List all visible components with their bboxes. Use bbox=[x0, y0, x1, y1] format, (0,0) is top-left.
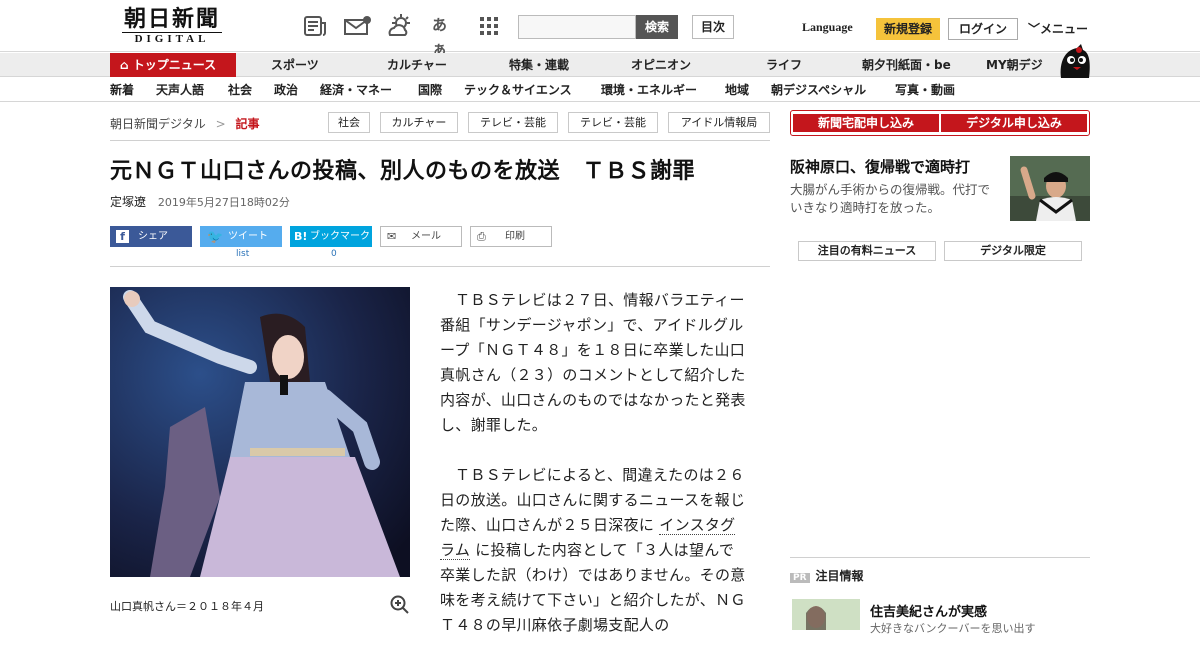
twitter-list-link[interactable]: list bbox=[236, 249, 249, 259]
nav-features[interactable]: 特集・連載 bbox=[509, 53, 569, 77]
newspaper-icon[interactable] bbox=[302, 13, 328, 39]
share-label: ブックマーク bbox=[310, 231, 370, 242]
paragraph: ＴＢＳテレビによると、間違えたのは２６日の放送。山口さんに関するニュースを報じた… bbox=[440, 463, 748, 638]
author[interactable]: 定塚遼 bbox=[110, 195, 146, 209]
pr-description: 大好きなバンクーバーを思い出す bbox=[870, 622, 1036, 635]
share-label: ツイート bbox=[228, 231, 268, 242]
nav-opinion[interactable]: オピニオン bbox=[631, 53, 691, 77]
nav2-economy[interactable]: 経済・マネー bbox=[320, 78, 392, 102]
paragraph-text: に投稿した内容として「３人は望んで卒業した訳（わけ）ではありません。その意味を考… bbox=[440, 541, 746, 634]
divider bbox=[110, 140, 770, 141]
pr-heading: PR 注目情報 bbox=[790, 567, 864, 584]
register-button[interactable]: 新規登録 bbox=[876, 18, 940, 40]
logo-text: 朝日新聞 bbox=[123, 6, 220, 32]
nav2-environment[interactable]: 環境・エネルギー bbox=[601, 78, 697, 102]
hatena-count: 0 bbox=[331, 249, 337, 259]
feature-title[interactable]: 阪神原口、復帰戦で適時打 bbox=[790, 156, 970, 177]
divider bbox=[110, 266, 770, 267]
byline: 定塚遼 2019年5月27日18時02分 bbox=[110, 193, 290, 210]
login-button[interactable]: ログイン bbox=[948, 18, 1018, 40]
nav-top-news[interactable]: ⌂ トップニュース bbox=[110, 53, 236, 77]
chevron-down-icon: ﹀ bbox=[1028, 22, 1041, 36]
paper-subscribe-button[interactable]: 新聞宅配申し込み bbox=[793, 114, 939, 132]
tag-society[interactable]: 社会 bbox=[328, 112, 370, 133]
menu-label: メニュー bbox=[1040, 22, 1089, 36]
article-title: 元ＮＧＴ山口さんの投稿、別人のものを放送 ＴＢＳ謝罪 bbox=[110, 159, 696, 184]
nav-sports[interactable]: スポーツ bbox=[271, 53, 319, 77]
search-button[interactable]: 検索 bbox=[636, 15, 678, 39]
nav-label: トップニュース bbox=[132, 58, 217, 72]
pr-thumbnail[interactable] bbox=[792, 599, 860, 630]
site-logo[interactable]: 朝日新聞 DIGITAL bbox=[112, 6, 232, 48]
menu-button[interactable]: ﹀メニュー bbox=[1028, 20, 1088, 37]
breadcrumb-current: 記事 bbox=[235, 117, 260, 131]
nav2-world[interactable]: 国際 bbox=[418, 78, 442, 102]
search-input[interactable] bbox=[518, 15, 636, 39]
tag-idol[interactable]: アイドル情報局 bbox=[668, 112, 770, 133]
hatena-icon: B! bbox=[294, 230, 308, 243]
tab-paid-news[interactable]: 注目の有料ニュース bbox=[798, 241, 936, 261]
nav2-special[interactable]: 朝デジスペシャル bbox=[771, 78, 866, 102]
publish-date: 2019年5月27日18時02分 bbox=[157, 196, 290, 209]
weather-icon[interactable] bbox=[386, 13, 416, 39]
facebook-share-button[interactable]: f シェア bbox=[110, 226, 192, 247]
breadcrumb: 朝日新聞デジタル > 記事 bbox=[110, 115, 260, 132]
font-size-icon[interactable]: あぁ bbox=[432, 13, 458, 58]
divider bbox=[790, 557, 1090, 558]
breadcrumb-home[interactable]: 朝日新聞デジタル bbox=[110, 117, 206, 131]
nav-my-asahi[interactable]: MY朝デジ bbox=[986, 53, 1043, 77]
tag-tv[interactable]: テレビ・芸能 bbox=[468, 112, 558, 133]
print-button[interactable]: ⎙ 印刷 bbox=[470, 226, 552, 247]
toc-button[interactable]: 目次 bbox=[692, 15, 734, 39]
primary-nav: ⌂ トップニュース スポーツ カルチャー 特集・連載 オピニオン ライフ 朝夕刊… bbox=[0, 53, 1200, 77]
tag-tv-2[interactable]: テレビ・芸能 bbox=[568, 112, 658, 133]
twitter-share-button[interactable]: 🐦 ツイート bbox=[200, 226, 282, 247]
home-icon: ⌂ bbox=[120, 58, 133, 72]
subscribe-box: 新聞宅配申し込み デジタル申し込み bbox=[790, 110, 1090, 136]
mail-icon[interactable] bbox=[342, 13, 372, 39]
zoom-icon[interactable] bbox=[390, 595, 410, 615]
photo-caption: 山口真帆さん＝２０１８年４月 bbox=[110, 600, 264, 613]
share-label: メール bbox=[411, 231, 441, 242]
nav-paper[interactable]: 朝夕刊紙面・be bbox=[862, 53, 951, 77]
feature-description: 大腸がん手術からの復帰戦。代打でいきなり適時打を放った。 bbox=[790, 182, 991, 215]
hatena-bookmark-button[interactable]: B! ブックマーク bbox=[290, 226, 372, 247]
twitter-icon: 🐦 bbox=[207, 230, 224, 245]
mail-button[interactable]: ✉ メール bbox=[380, 226, 462, 247]
share-label: シェア bbox=[138, 231, 168, 242]
nav2-region[interactable]: 地域 bbox=[725, 78, 749, 102]
mascot-icon[interactable] bbox=[1057, 44, 1093, 78]
printer-icon: ⎙ bbox=[477, 230, 486, 243]
nav-life[interactable]: ライフ bbox=[766, 53, 802, 77]
nav2-photo[interactable]: 写真・動画 bbox=[895, 78, 955, 102]
site-header: 朝日新聞 DIGITAL あぁ 検索 目次 Language 新規登録 ログイン… bbox=[0, 0, 1200, 58]
tab-digital-only[interactable]: デジタル限定 bbox=[944, 241, 1082, 261]
facebook-icon: f bbox=[116, 230, 129, 243]
breadcrumb-separator: > bbox=[215, 117, 226, 131]
envelope-icon: ✉ bbox=[387, 230, 397, 243]
grid-icon[interactable] bbox=[476, 13, 502, 39]
pr-title[interactable]: 住吉美紀さんが実感 bbox=[870, 601, 987, 620]
tag-culture[interactable]: カルチャー bbox=[380, 112, 458, 133]
digital-subscribe-button[interactable]: デジタル申し込み bbox=[941, 114, 1087, 132]
nav2-tensei[interactable]: 天声人語 bbox=[156, 78, 204, 102]
language-link[interactable]: Language bbox=[802, 20, 853, 35]
nav2-politics[interactable]: 政治 bbox=[274, 78, 298, 102]
secondary-nav: 新着 天声人語 社会 政治 経済・マネー 国際 テック＆サイエンス 環境・エネル… bbox=[0, 78, 1200, 102]
logo-sub: DIGITAL bbox=[122, 32, 222, 46]
paragraph: ＴＢＳテレビは２７日、情報バラエティー番組「サンデージャポン」で、アイドルグルー… bbox=[440, 291, 746, 434]
nav2-society[interactable]: 社会 bbox=[228, 78, 252, 102]
pr-badge: PR bbox=[790, 573, 810, 583]
pr-heading-label: 注目情報 bbox=[815, 569, 864, 583]
nav-culture[interactable]: カルチャー bbox=[387, 53, 447, 77]
share-label: 印刷 bbox=[505, 231, 525, 242]
nav2-tech[interactable]: テック＆サイエンス bbox=[464, 78, 572, 102]
nav2-new[interactable]: 新着 bbox=[110, 78, 134, 102]
article-photo[interactable] bbox=[110, 287, 410, 577]
article-body: ＴＢＳテレビは２７日、情報バラエティー番組「サンデージャポン」で、アイドルグルー… bbox=[440, 288, 748, 663]
feature-thumbnail[interactable] bbox=[1010, 156, 1090, 221]
